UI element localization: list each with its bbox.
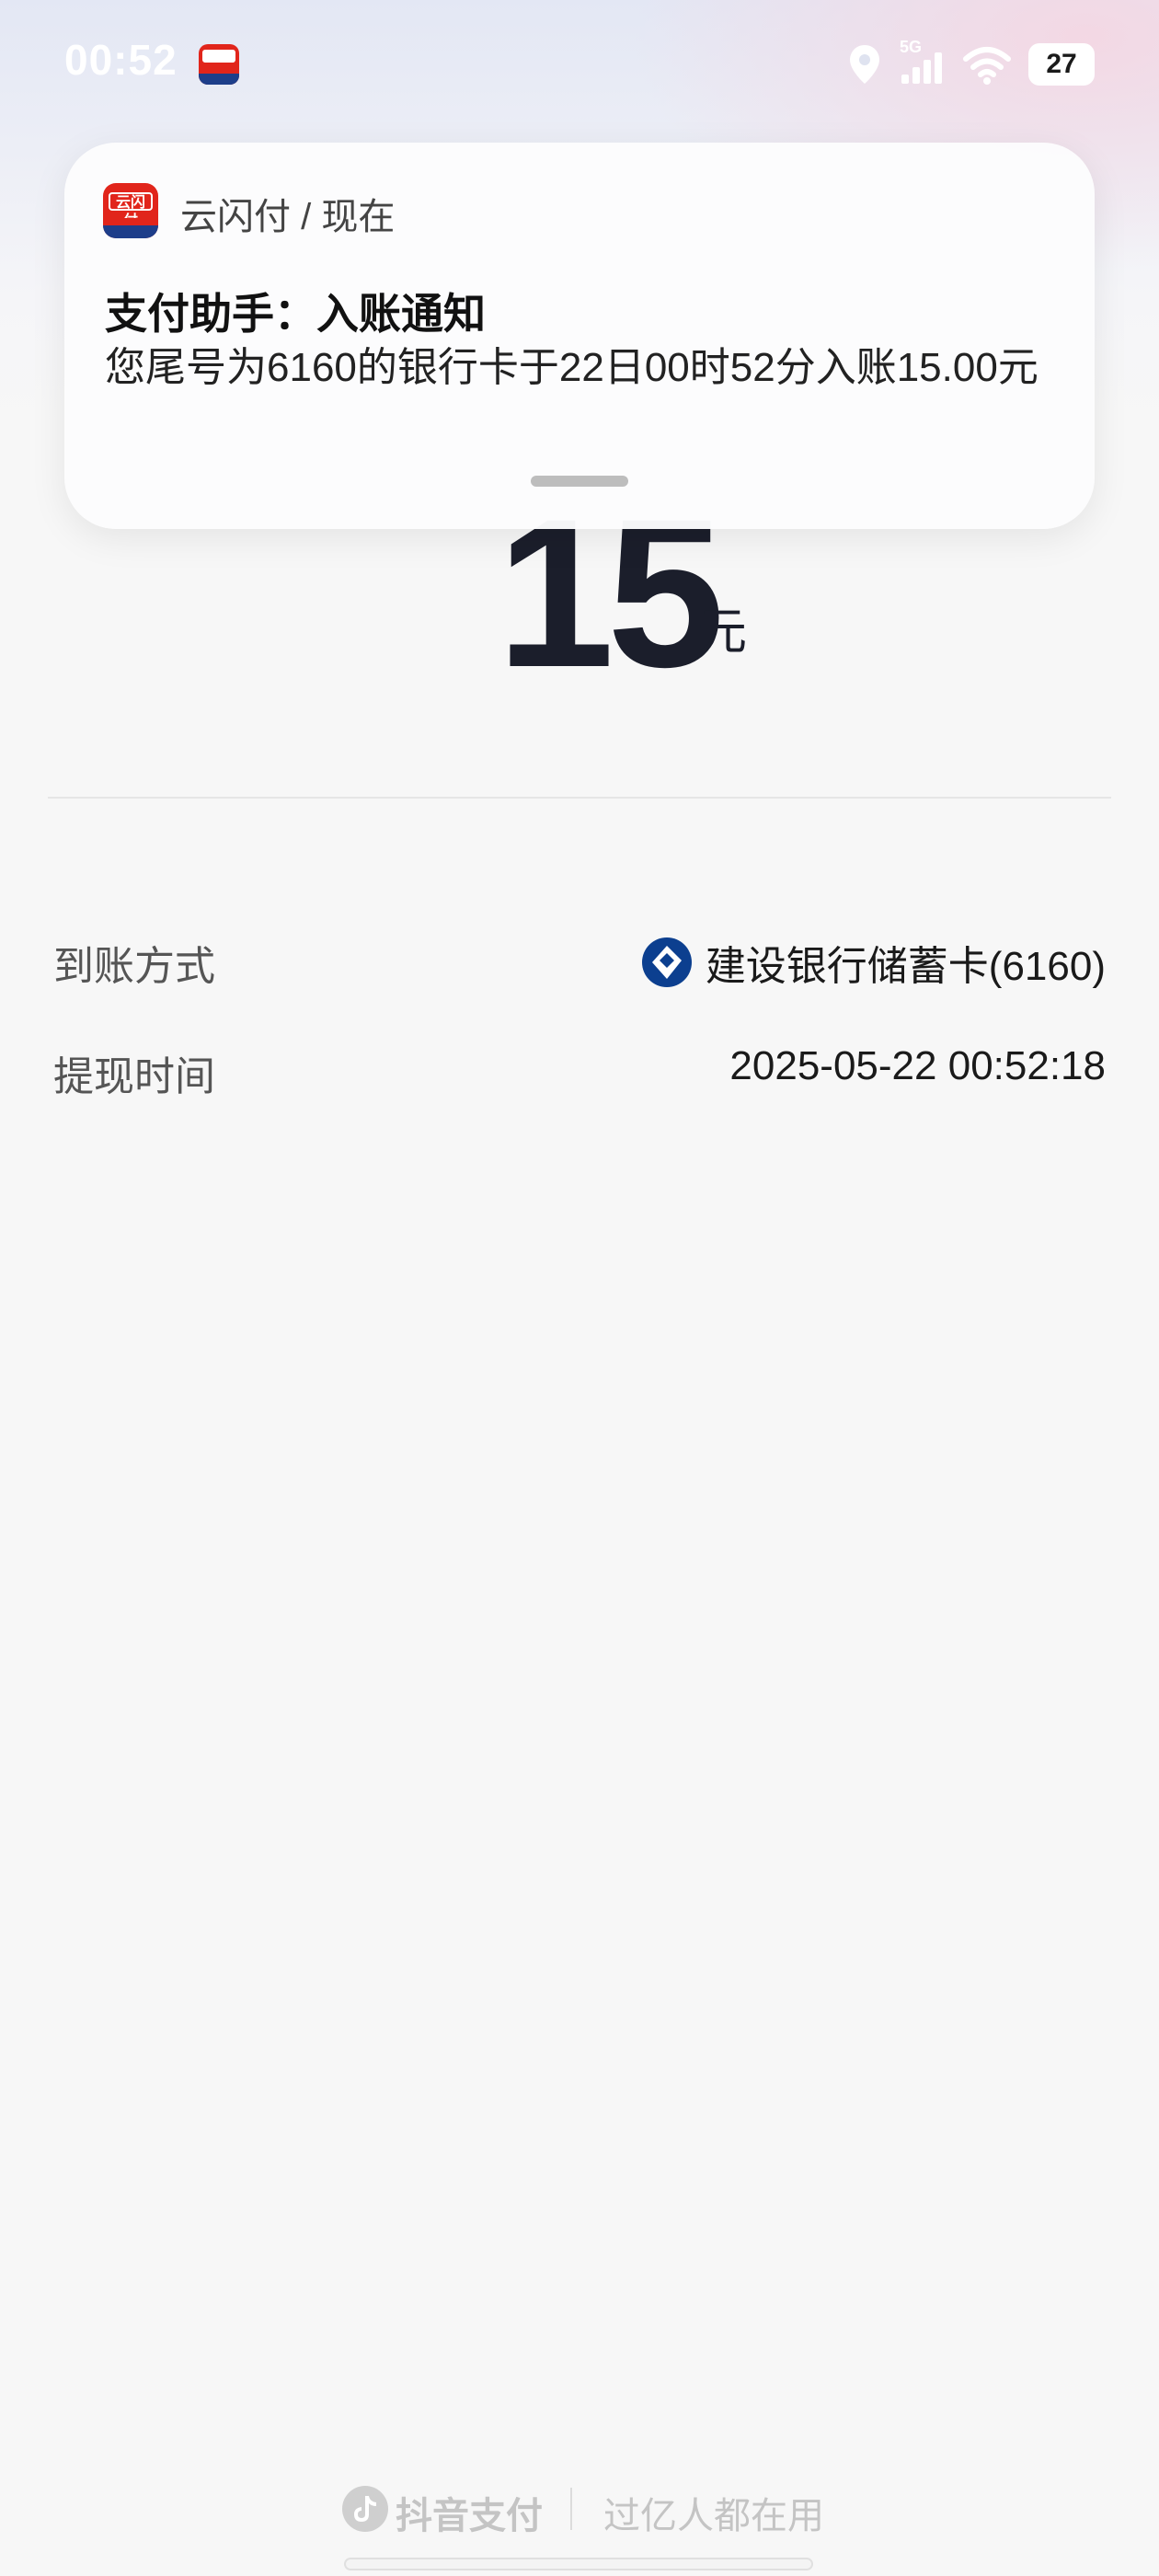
- footer-brand: 抖音支付: [396, 2496, 543, 2536]
- notification-banner[interactable]: 云闪付 云闪付 / 现在 支付助手：入账通知 您尾号为6160的银行卡于22日0…: [64, 143, 1095, 529]
- location-icon: [850, 45, 879, 84]
- status-time: 00:52: [64, 36, 178, 84]
- deposit-method-row: 到账方式 建设银行储蓄卡(6160): [53, 924, 1106, 989]
- amount-unit: 元: [697, 604, 747, 660]
- home-indicator[interactable]: [344, 2558, 813, 2570]
- signal-icon: 5G: [898, 38, 946, 86]
- battery-indicator: 27: [1028, 43, 1095, 86]
- unionpay-app-icon: 云闪付: [103, 183, 158, 238]
- footer-branding: 抖音支付 过亿人都在用: [0, 2482, 1159, 2537]
- divider: [48, 797, 1111, 799]
- status-indicators: 5G 27: [848, 38, 1095, 88]
- withdraw-time-label: 提现时间: [53, 1054, 215, 1099]
- footer-separator: [570, 2488, 572, 2530]
- deposit-method-text: 建设银行储蓄卡(6160): [705, 944, 1106, 989]
- status-bar: 00:52 5G 27: [0, 0, 1159, 129]
- douyin-icon: [342, 2486, 388, 2532]
- footer-slogan: 过亿人都在用: [603, 2496, 824, 2536]
- withdraw-time-row: 提现时间 2025-05-22 00:52:18: [53, 1034, 1106, 1099]
- notification-title: 支付助手：入账通知: [105, 290, 486, 338]
- notification-source: 云闪付 / 现在: [180, 197, 396, 237]
- deposit-method-value: 建设银行储蓄卡(6160): [641, 933, 1106, 992]
- notification-drag-handle[interactable]: [531, 476, 628, 487]
- wifi-icon: [963, 47, 1011, 85]
- notification-body: 您尾号为6160的银行卡于22日00时52分入账15.00元: [105, 345, 1039, 390]
- ccb-bank-icon: [641, 937, 692, 987]
- withdraw-time-value: 2025-05-22 00:52:18: [729, 1043, 1106, 1088]
- deposit-method-label: 到账方式: [53, 944, 215, 989]
- unionpay-status-icon: [199, 44, 239, 85]
